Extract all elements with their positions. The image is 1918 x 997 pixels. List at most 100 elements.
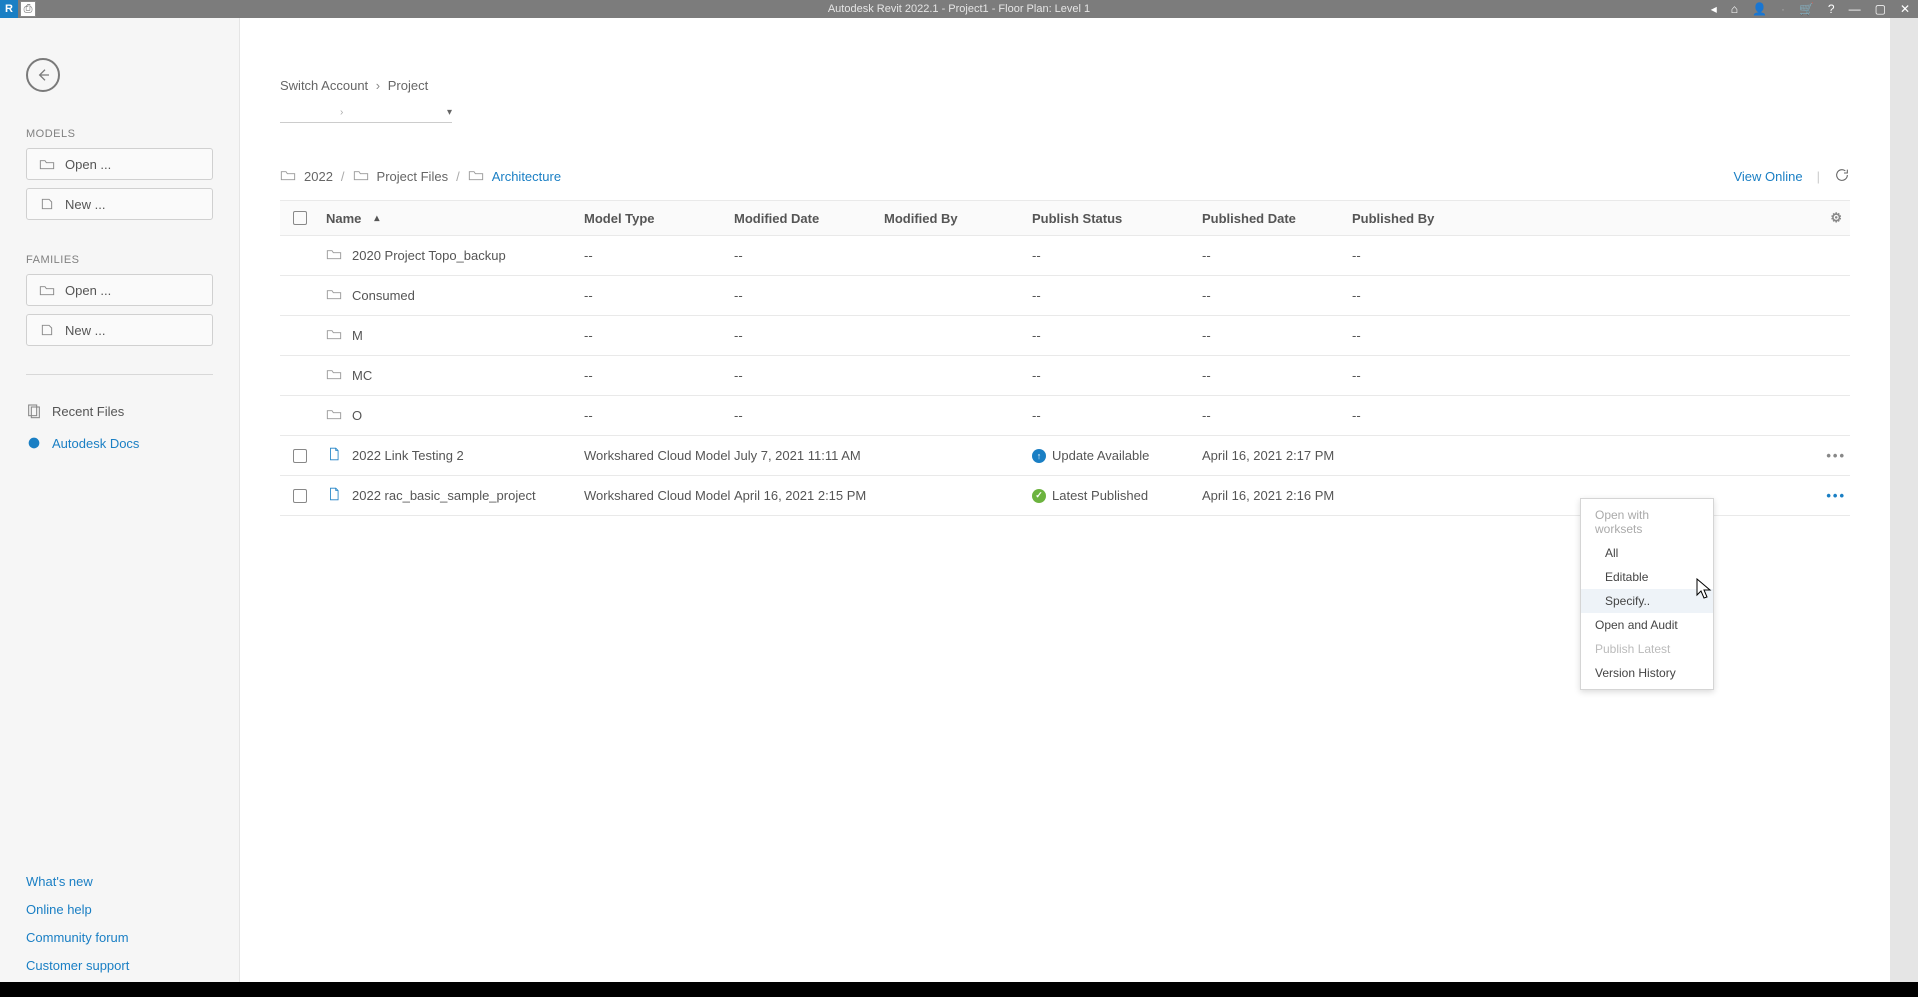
sort-asc-icon: ▴ bbox=[374, 213, 379, 224]
table-row[interactable]: O---------- bbox=[280, 396, 1850, 436]
titlebar-sep: · bbox=[1781, 2, 1785, 16]
rvt-file-icon bbox=[326, 447, 342, 464]
titlebar-cart-icon[interactable]: 🛒 bbox=[1799, 2, 1814, 16]
col-name[interactable]: Name ▴ bbox=[320, 211, 584, 226]
right-gutter bbox=[1890, 18, 1918, 997]
col-modified-by[interactable]: Modified By bbox=[884, 211, 1032, 226]
sidebar-recent-files-label: Recent Files bbox=[52, 404, 124, 419]
breadcrumb-project[interactable]: Project bbox=[388, 78, 428, 93]
folder-icon bbox=[326, 247, 342, 264]
window-close-icon[interactable]: ✕ bbox=[1900, 2, 1910, 16]
row-publish-status: -- bbox=[1032, 248, 1041, 263]
table-row[interactable]: MC---------- bbox=[280, 356, 1850, 396]
col-model-type[interactable]: Model Type bbox=[584, 211, 734, 226]
row-model-type: -- bbox=[584, 248, 734, 263]
col-published-by[interactable]: Published By bbox=[1352, 211, 1462, 226]
community-forum-link[interactable]: Community forum bbox=[26, 923, 213, 951]
col-published-date[interactable]: Published Date bbox=[1202, 211, 1352, 226]
row-publish-status: -- bbox=[1032, 288, 1041, 303]
back-button[interactable] bbox=[26, 58, 60, 92]
families-new-label: New ... bbox=[65, 323, 105, 338]
row-model-type: -- bbox=[584, 288, 734, 303]
row-publish-status: -- bbox=[1032, 368, 1041, 383]
titlebar-user-icon[interactable]: 👤 bbox=[1752, 2, 1767, 16]
row-modified-date: April 16, 2021 2:15 PM bbox=[734, 488, 884, 503]
row-model-type: Workshared Cloud Model bbox=[584, 448, 734, 463]
row-more-actions-icon[interactable]: ••• bbox=[1826, 448, 1846, 463]
ctx-all[interactable]: All bbox=[1581, 541, 1713, 565]
row-name: O bbox=[352, 408, 362, 423]
row-modified-date: -- bbox=[734, 248, 884, 263]
row-published-date: -- bbox=[1202, 328, 1352, 343]
account-dropdown[interactable]: › ▾ bbox=[280, 103, 452, 123]
models-open-button[interactable]: Open ... bbox=[26, 148, 213, 180]
row-published-date: -- bbox=[1202, 248, 1352, 263]
select-all-checkbox[interactable] bbox=[293, 211, 307, 225]
row-published-by: -- bbox=[1352, 248, 1462, 263]
table-row[interactable]: 2020 Project Topo_backup---------- bbox=[280, 236, 1850, 276]
models-new-label: New ... bbox=[65, 197, 105, 212]
ctx-specify[interactable]: Specify.. bbox=[1581, 589, 1713, 613]
main-panel: Switch Account › Project › ▾ 2022 / Proj… bbox=[240, 18, 1890, 997]
row-published-date: -- bbox=[1202, 408, 1352, 423]
online-help-link[interactable]: Online help bbox=[26, 895, 213, 923]
row-model-type: Workshared Cloud Model bbox=[584, 488, 734, 503]
path-lvl3-icon bbox=[468, 168, 484, 185]
row-published-by: -- bbox=[1352, 328, 1462, 343]
row-model-type: -- bbox=[584, 328, 734, 343]
ctx-publish-latest: Publish Latest bbox=[1581, 637, 1713, 661]
sidebar-divider bbox=[26, 374, 213, 375]
customer-support-link[interactable]: Customer support bbox=[26, 951, 213, 979]
row-more-actions-icon[interactable]: ••• bbox=[1826, 488, 1846, 503]
save-qat-icon[interactable]: ⎙ bbox=[20, 1, 36, 17]
row-checkbox[interactable] bbox=[293, 449, 307, 463]
column-settings-gear-icon[interactable]: ⚙ bbox=[1830, 210, 1842, 225]
path-lvl3[interactable]: Architecture bbox=[492, 169, 561, 184]
ctx-editable[interactable]: Editable bbox=[1581, 565, 1713, 589]
row-checkbox[interactable] bbox=[293, 489, 307, 503]
families-new-button[interactable]: New ... bbox=[26, 314, 213, 346]
row-name: M bbox=[352, 328, 363, 343]
path-lvl2[interactable]: Project Files bbox=[377, 169, 449, 184]
families-open-button[interactable]: Open ... bbox=[26, 274, 213, 306]
ctx-version-history[interactable]: Version History bbox=[1581, 661, 1713, 685]
path-lvl2-icon bbox=[353, 168, 369, 185]
sidebar-autodesk-docs[interactable]: Autodesk Docs bbox=[26, 427, 213, 459]
breadcrumb-switch-account[interactable]: Switch Account bbox=[280, 78, 368, 93]
row-published-date: -- bbox=[1202, 288, 1352, 303]
path-root-icon[interactable] bbox=[280, 168, 296, 185]
models-new-button[interactable]: New ... bbox=[26, 188, 213, 220]
models-section-title: MODELS bbox=[26, 128, 213, 140]
view-online-link[interactable]: View Online bbox=[1733, 169, 1802, 184]
folder-open-icon bbox=[39, 284, 55, 296]
row-modified-date: July 7, 2021 11:11 AM bbox=[734, 448, 884, 463]
row-context-menu: Open with worksets All Editable Specify.… bbox=[1580, 498, 1714, 690]
titlebar-help-icon[interactable]: ? bbox=[1828, 2, 1835, 16]
path-lvl1[interactable]: 2022 bbox=[304, 169, 333, 184]
ctx-open-audit[interactable]: Open and Audit bbox=[1581, 613, 1713, 637]
folder-icon bbox=[326, 407, 342, 424]
row-modified-date: -- bbox=[734, 368, 884, 383]
breadcrumb-sep: › bbox=[376, 78, 380, 93]
titlebar-caret-icon[interactable]: ◂ bbox=[1711, 2, 1717, 16]
window-title: Autodesk Revit 2022.1 - Project1 - Floor… bbox=[0, 3, 1918, 15]
recent-files-icon bbox=[26, 403, 42, 419]
row-modified-date: -- bbox=[734, 328, 884, 343]
col-modified-date[interactable]: Modified Date bbox=[734, 211, 884, 226]
folder-icon bbox=[326, 327, 342, 344]
arrow-left-icon bbox=[35, 67, 51, 83]
window-restore-icon[interactable]: ▢ bbox=[1875, 2, 1886, 16]
table-row[interactable]: M---------- bbox=[280, 316, 1850, 356]
sidebar-recent-files[interactable]: Recent Files bbox=[26, 395, 213, 427]
window-minimize-icon[interactable]: — bbox=[1849, 2, 1861, 16]
whats-new-link[interactable]: What's new bbox=[26, 867, 213, 895]
titlebar-home-icon[interactable]: ⌂ bbox=[1731, 2, 1738, 16]
revit-app-icon[interactable]: R bbox=[0, 0, 18, 18]
refresh-button[interactable] bbox=[1834, 167, 1850, 186]
table-row[interactable]: Consumed---------- bbox=[280, 276, 1850, 316]
col-publish-status[interactable]: Publish Status bbox=[1032, 211, 1202, 226]
table-row[interactable]: 2022 Link Testing 2Workshared Cloud Mode… bbox=[280, 436, 1850, 476]
sidebar: MODELS Open ... New ... FAMILIES Open ..… bbox=[0, 18, 240, 997]
families-section-title: FAMILIES bbox=[26, 254, 213, 266]
row-publish-status: Update Available bbox=[1052, 448, 1149, 463]
